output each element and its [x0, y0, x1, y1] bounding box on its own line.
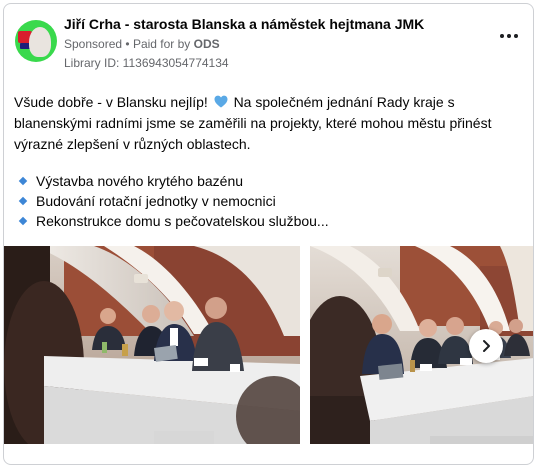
paid-for-by[interactable]: ODS [194, 37, 220, 51]
post-intro: Všude dobře - v Blansku nejlíp! [14, 94, 208, 110]
meta-separator: • [125, 37, 130, 51]
list-item: Budování rotační jednotky v nemocnici [18, 191, 329, 211]
bullet-text: Budování rotační jednotky v nemocnici [36, 193, 276, 209]
profile-avatar[interactable] [15, 20, 57, 62]
meeting-photo [4, 246, 300, 444]
dot [500, 34, 504, 38]
ad-card: Jiří Crha - starosta Blanska a náměstek … [3, 3, 534, 465]
small-blue-diamond-icon [18, 196, 28, 206]
list-item: Výstavba nového krytého bazénu [18, 171, 329, 191]
sponsored-label: Sponsored [64, 37, 123, 51]
list-item: Rekonstrukce domu s pečovatelskou službo… [18, 211, 329, 231]
carousel-next-button[interactable] [469, 329, 503, 363]
bullet-list: Výstavba nového krytého bazénu Budování … [18, 171, 329, 231]
more-options-icon[interactable] [495, 28, 523, 44]
bullet-text: Rekonstrukce domu s pečovatelskou službo… [36, 213, 329, 229]
dot [514, 34, 518, 38]
dot [507, 34, 511, 38]
small-blue-diamond-icon [18, 176, 28, 186]
chevron-right-icon [483, 340, 490, 352]
blue-heart-icon [214, 95, 228, 108]
sponsored-meta: Sponsored • Paid for by ODS [64, 37, 220, 51]
paid-for-label: Paid for by [132, 37, 191, 51]
carousel-image-1[interactable] [4, 246, 300, 444]
post-paragraph: Všude dobře - v Blansku nejlíp! Na spole… [14, 92, 524, 155]
page-name[interactable]: Jiří Crha - starosta Blanska a náměstek … [64, 16, 424, 32]
bullet-text: Výstavba nového krytého bazénu [36, 173, 244, 189]
small-blue-diamond-icon [18, 216, 28, 226]
post-text: Všude dobře - v Blansku nejlíp! Na spole… [14, 92, 524, 155]
library-id: Library ID: 1136943054774134 [64, 56, 229, 70]
avatar-face [29, 27, 51, 57]
